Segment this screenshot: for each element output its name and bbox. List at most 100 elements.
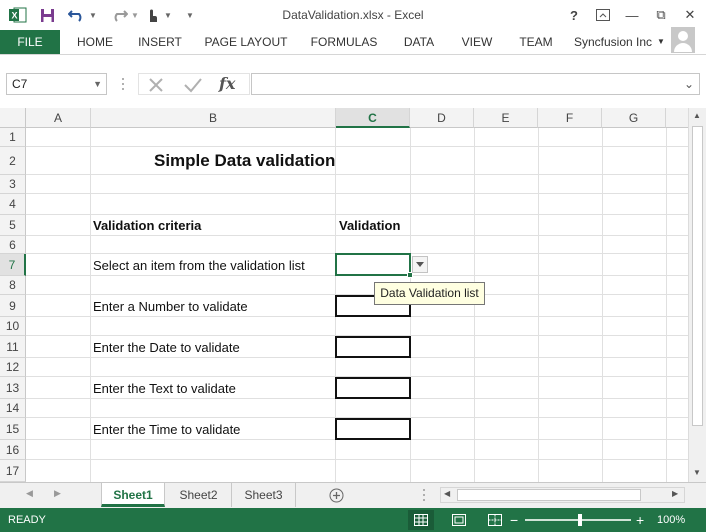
name-box-value: C7	[12, 77, 28, 91]
horizontal-scrollbar[interactable]: ◀ ▶	[440, 487, 685, 503]
ribbon-display-icon[interactable]	[591, 4, 615, 26]
scroll-up-icon[interactable]: ▲	[693, 111, 701, 120]
zoom-level[interactable]: 100%	[657, 508, 685, 532]
tab-scroll-right-icon[interactable]: ▶	[54, 488, 61, 499]
page-break-view-icon[interactable]	[482, 510, 508, 530]
column-header-d[interactable]: D	[410, 108, 474, 128]
row-header-15[interactable]: 15	[0, 418, 26, 440]
validation-header: Validation	[339, 218, 401, 233]
sheet-title: Simple Data validation	[154, 151, 336, 170]
row-header-7[interactable]: 7	[0, 254, 26, 276]
zoom-slider-knob[interactable]	[578, 514, 582, 526]
tab-home[interactable]: HOME	[68, 30, 122, 54]
name-box-dropdown-icon[interactable]: ▼	[93, 74, 102, 94]
row-header-9[interactable]: 9	[0, 295, 26, 317]
formula-bar: C7 ▼ fx ⌄	[0, 56, 706, 108]
title-bar: X ▼ ▼ ▼ ▼ DataValidation.xlsx - Excel ? …	[0, 0, 706, 30]
expand-formula-bar-icon[interactable]: ⌄	[684, 77, 694, 91]
tab-file[interactable]: FILE	[0, 30, 60, 54]
account-dropdown-icon[interactable]: ▼	[656, 30, 666, 54]
spreadsheet-grid[interactable]: A B C D E F G 1 2 3 4 5 6 7 8 9 10 11 12…	[0, 108, 688, 482]
criteria-time: Enter the Time to validate	[93, 421, 241, 437]
validation-cell-text[interactable]	[335, 377, 411, 399]
normal-view-icon[interactable]	[408, 510, 434, 530]
sheet-tabs-bar: ◀ ▶ Sheet1 Sheet2 Sheet3 ◀ ▶	[0, 482, 706, 508]
restore-icon[interactable]: ⧉	[649, 4, 673, 26]
gridline	[602, 128, 603, 482]
column-header-next[interactable]	[666, 108, 688, 128]
active-cell-c7[interactable]	[335, 253, 411, 276]
validation-cell-time[interactable]	[335, 418, 411, 440]
account-name[interactable]: Syncfusion Inc	[574, 30, 652, 54]
close-icon[interactable]: ✕	[678, 4, 702, 26]
gridline	[666, 128, 667, 482]
tab-page-layout[interactable]: PAGE LAYOUT	[200, 30, 292, 54]
row-header-11[interactable]: 11	[0, 336, 26, 358]
gridline	[26, 174, 688, 175]
vertical-scroll-thumb[interactable]	[692, 126, 703, 426]
gridline	[474, 128, 475, 482]
help-icon[interactable]: ?	[562, 4, 586, 26]
tab-insert[interactable]: INSERT	[130, 30, 190, 54]
status-text: READY	[8, 514, 46, 526]
formula-buttons: fx	[138, 73, 250, 95]
row-header-17[interactable]: 17	[0, 460, 26, 482]
sheet-tab-sheet2[interactable]: Sheet2	[166, 483, 232, 507]
column-header-e[interactable]: E	[474, 108, 538, 128]
vertical-scrollbar[interactable]: ▲ ▼	[688, 108, 706, 482]
gridline	[538, 128, 539, 482]
column-header-c[interactable]: C	[336, 108, 410, 128]
sheet-tab-sheet3[interactable]: Sheet3	[232, 483, 296, 507]
column-header-g[interactable]: G	[602, 108, 666, 128]
row-header-5[interactable]: 5	[0, 215, 26, 236]
avatar[interactable]	[671, 27, 695, 53]
validation-dropdown-button[interactable]	[412, 256, 428, 273]
horizontal-scroll-thumb[interactable]	[457, 489, 641, 501]
zoom-out-button[interactable]: −	[510, 508, 518, 532]
name-box[interactable]: C7 ▼	[6, 73, 107, 95]
validation-cell-date[interactable]	[335, 336, 411, 358]
select-all-button[interactable]	[0, 108, 26, 128]
row-header-10[interactable]: 10	[0, 317, 26, 336]
criteria-date: Enter the Date to validate	[93, 339, 240, 355]
criteria-number: Enter a Number to validate	[93, 298, 248, 314]
criteria-header: Validation criteria	[93, 218, 202, 233]
tab-view[interactable]: VIEW	[454, 30, 500, 54]
tab-data[interactable]: DATA	[396, 30, 442, 54]
row-header-12[interactable]: 12	[0, 358, 26, 377]
sheet-tab-sheet1[interactable]: Sheet1	[101, 483, 165, 507]
scroll-right-icon[interactable]: ▶	[672, 489, 678, 498]
cancel-icon[interactable]	[147, 76, 165, 94]
row-header-2[interactable]: 2	[0, 147, 26, 175]
row-header-8[interactable]: 8	[0, 276, 26, 295]
gridline	[26, 193, 688, 194]
tab-team[interactable]: TEAM	[512, 30, 560, 54]
row-header-1[interactable]: 1	[0, 128, 26, 147]
minimize-icon[interactable]: —	[620, 4, 644, 26]
row-header-16[interactable]: 16	[0, 440, 26, 460]
validation-tooltip: Data Validation list	[374, 282, 485, 305]
gridline	[90, 128, 91, 482]
row-header-14[interactable]: 14	[0, 399, 26, 418]
row-header-13[interactable]: 13	[0, 377, 26, 399]
row-header-4[interactable]: 4	[0, 194, 26, 215]
row-header-6[interactable]: 6	[0, 236, 26, 254]
tab-formulas[interactable]: FORMULAS	[304, 30, 384, 54]
zoom-in-button[interactable]: +	[636, 508, 644, 532]
scroll-left-icon[interactable]: ◀	[444, 489, 450, 498]
tab-splitter-icon[interactable]	[422, 488, 426, 502]
row-header-3[interactable]: 3	[0, 175, 26, 194]
column-header-a[interactable]: A	[26, 108, 91, 128]
enter-icon[interactable]	[183, 76, 203, 94]
status-bar: READY − + 100%	[0, 508, 706, 532]
formula-input[interactable]	[251, 73, 700, 95]
insert-function-button[interactable]: fx	[219, 74, 243, 94]
new-sheet-icon[interactable]	[329, 488, 344, 503]
scroll-down-icon[interactable]: ▼	[693, 468, 701, 477]
tab-scroll-left-icon[interactable]: ◀	[26, 488, 33, 499]
column-header-f[interactable]: F	[538, 108, 602, 128]
formula-bar-grip-icon	[121, 77, 125, 91]
column-header-b[interactable]: B	[91, 108, 336, 128]
criteria-text: Enter the Text to validate	[93, 380, 236, 396]
page-layout-view-icon[interactable]	[446, 510, 472, 530]
